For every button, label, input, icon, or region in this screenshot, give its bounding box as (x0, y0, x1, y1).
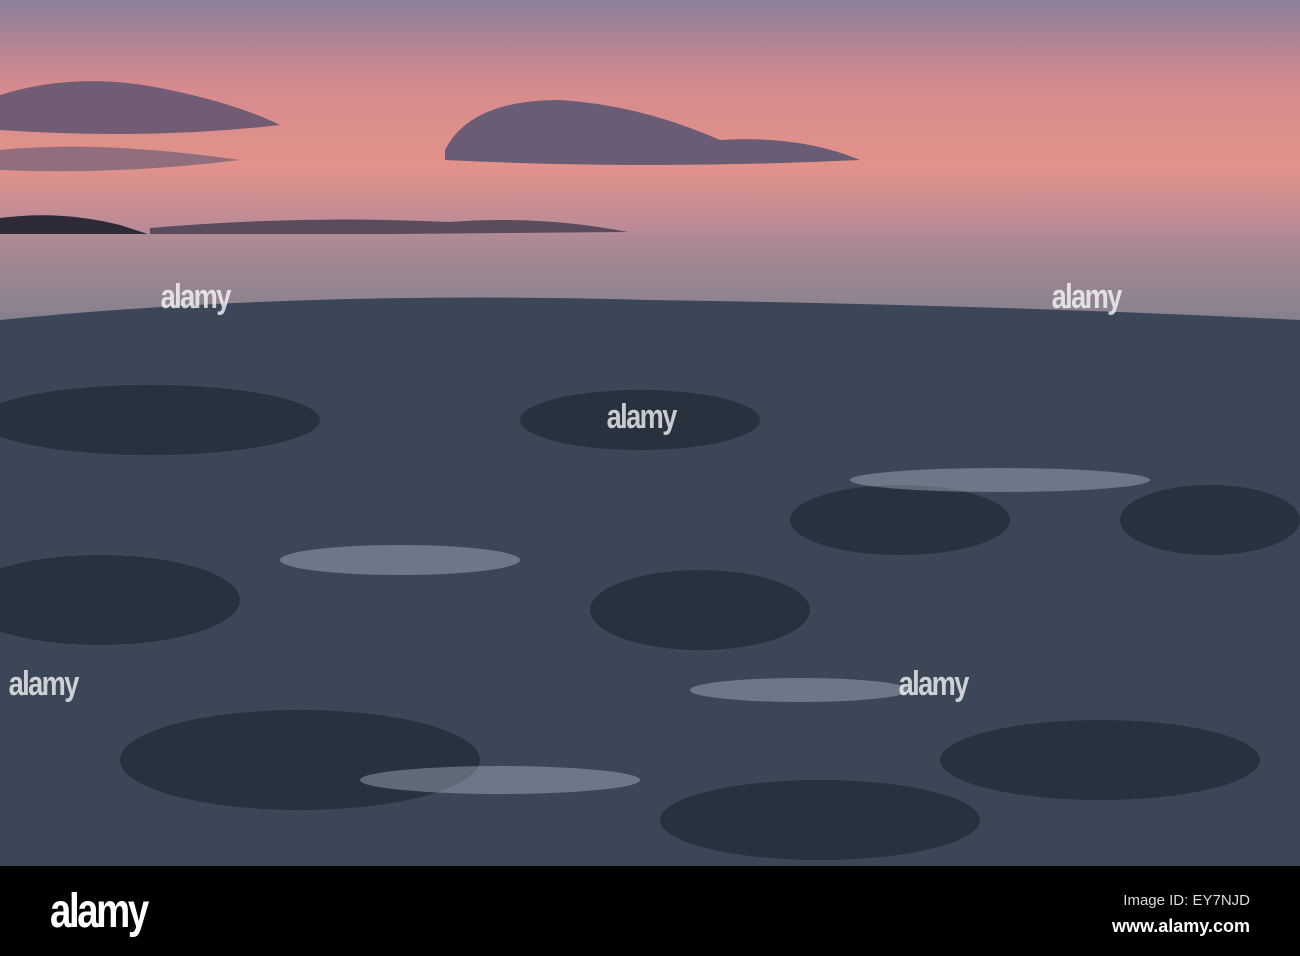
stock-photo: alamy alamy alamy alamy alamy alamy Imag… (0, 0, 1300, 956)
watermark: alamy (1051, 278, 1123, 316)
watermark: alamy (160, 278, 232, 316)
image-id: Image ID: EY7NJD (1123, 892, 1250, 909)
watermark: alamy (606, 398, 678, 436)
alamy-logo: alamy (50, 885, 149, 938)
watermark: alamy (898, 665, 970, 703)
footer-bar: alamy Image ID: EY7NJD www.alamy.com (0, 866, 1300, 956)
watermark: alamy (8, 665, 80, 703)
website-url: www.alamy.com (1111, 916, 1250, 936)
